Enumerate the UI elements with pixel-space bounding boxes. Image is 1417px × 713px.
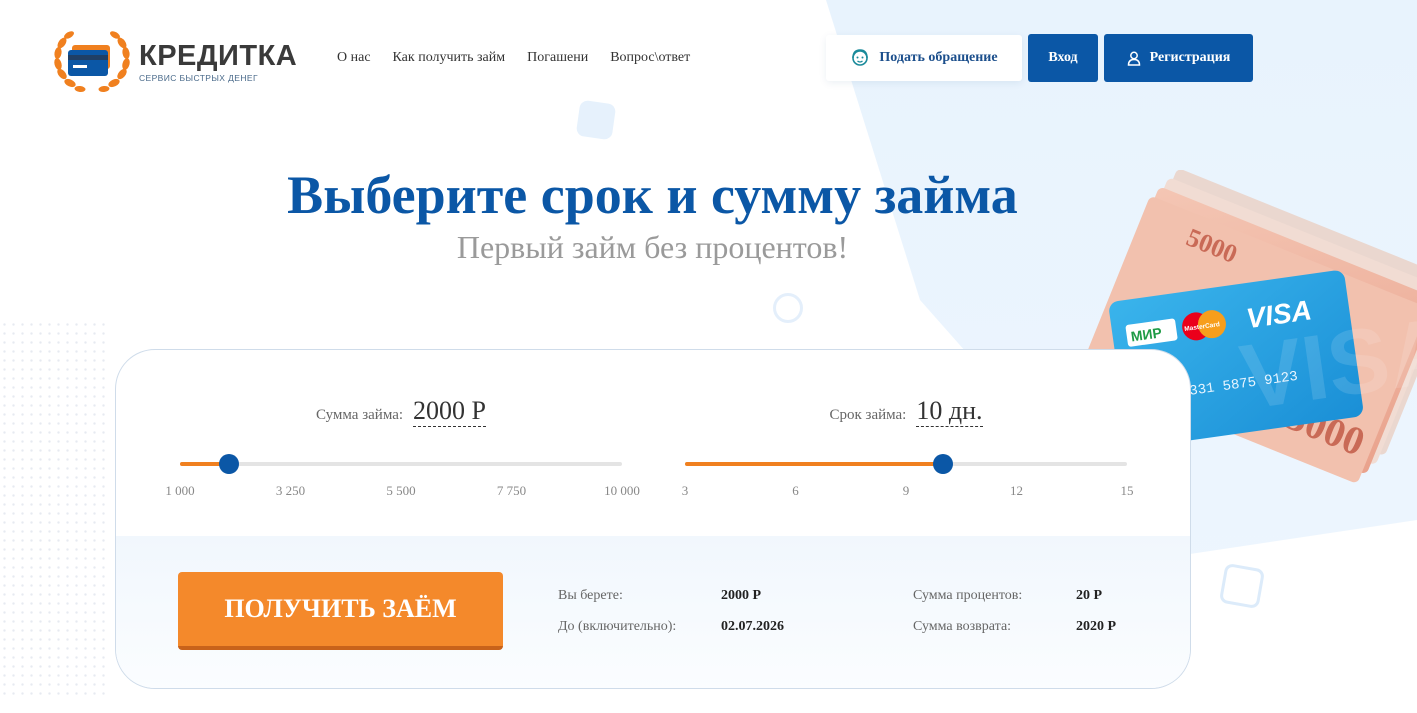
- term-tick-label: 3: [681, 483, 689, 498]
- until-label: До (включительно):: [558, 619, 677, 634]
- nav-item-about[interactable]: О нас: [337, 50, 371, 66]
- amount-tick-label: 3 250: [275, 483, 306, 498]
- term-header: Срок займа: 10 дн.: [621, 396, 1190, 427]
- term-value[interactable]: 10 дн.: [916, 396, 983, 427]
- logo-tagline: СЕРВИС БЫСТРЫХ ДЕНЕГ: [139, 73, 258, 83]
- term-slider-block: Срок займа: 10 дн. 3 6 9 12 15: [621, 350, 1190, 536]
- site-logo[interactable]: КРЕДИТКА СЕРВИС БЫСТРЫХ ДЕНЕГ: [52, 28, 317, 96]
- amount-slider[interactable]: [180, 454, 622, 474]
- decor-square-outline: [1218, 562, 1266, 610]
- login-label: Вход: [1048, 50, 1078, 65]
- term-tick-label: 9: [902, 483, 910, 498]
- interest-value: 20 Р: [1076, 588, 1103, 603]
- nav-item-faq[interactable]: Вопрос\ответ: [610, 50, 690, 66]
- login-button[interactable]: Вход: [1028, 34, 1098, 82]
- amount-slider-handle[interactable]: [219, 454, 240, 474]
- decor-circle: [773, 293, 803, 323]
- submit-appeal-button[interactable]: Подать обращение: [826, 35, 1022, 81]
- term-slider-ticks: 3 6 9 12 15: [681, 483, 1134, 503]
- term-tick-label: 15: [1120, 483, 1134, 498]
- amount-slider-block: Сумма займа: 2000 Р 1 000 3 250 5 500 7 750…: [116, 350, 686, 536]
- term-slider-handle[interactable]: [932, 454, 953, 474]
- amount-label: Сумма займа:: [315, 407, 404, 423]
- register-button[interactable]: Регистрация: [1104, 34, 1253, 82]
- loan-calculator: Сумма займа: 2000 Р 1 000 3 250 5 500 7 750…: [115, 349, 1191, 689]
- term-tick-label: 12: [1010, 483, 1023, 498]
- amount-tick-label: 7 750: [496, 483, 527, 498]
- laurel-card-icon: [54, 31, 130, 93]
- support-agent-icon: [852, 49, 869, 66]
- term-slider[interactable]: [685, 454, 1127, 474]
- term-slider-fill: [685, 462, 943, 466]
- until-value: 02.07.2026: [721, 619, 784, 634]
- nav-item-repayment[interactable]: Погашени: [527, 50, 588, 66]
- submit-appeal-label: Подать обращение: [879, 50, 998, 65]
- term-tick-label: 6: [792, 483, 799, 498]
- logo-title: КРЕДИТКА: [139, 40, 298, 72]
- interest-label: Сумма процентов:: [913, 588, 1023, 603]
- main-nav: О нас Как получить займ Погашени Вопрос\…: [337, 50, 712, 66]
- register-label: Регистрация: [1149, 50, 1231, 65]
- term-label: Срок займа:: [829, 407, 907, 423]
- return-label: Сумма возврата:: [913, 619, 1012, 634]
- amount-tick-label: 1 000: [165, 483, 195, 498]
- take-value: 2000 Р: [721, 588, 762, 603]
- decor-square: [575, 99, 617, 141]
- dot-pattern: [0, 320, 110, 700]
- take-label: Вы берете:: [558, 588, 623, 603]
- user-icon: [1127, 51, 1140, 66]
- nav-item-how-to-get[interactable]: Как получить займ: [393, 50, 506, 66]
- get-loan-button[interactable]: ПОЛУЧИТЬ ЗАЁМ: [178, 572, 503, 650]
- amount-slider-ticks: 1 000 3 250 5 500 7 750 10 000: [165, 483, 640, 503]
- amount-tick-label: 5 500: [386, 483, 416, 498]
- amount-value[interactable]: 2000 Р: [413, 396, 487, 427]
- amount-header: Сумма займа: 2000 Р: [116, 396, 686, 427]
- return-value: 2020 Р: [1076, 619, 1117, 634]
